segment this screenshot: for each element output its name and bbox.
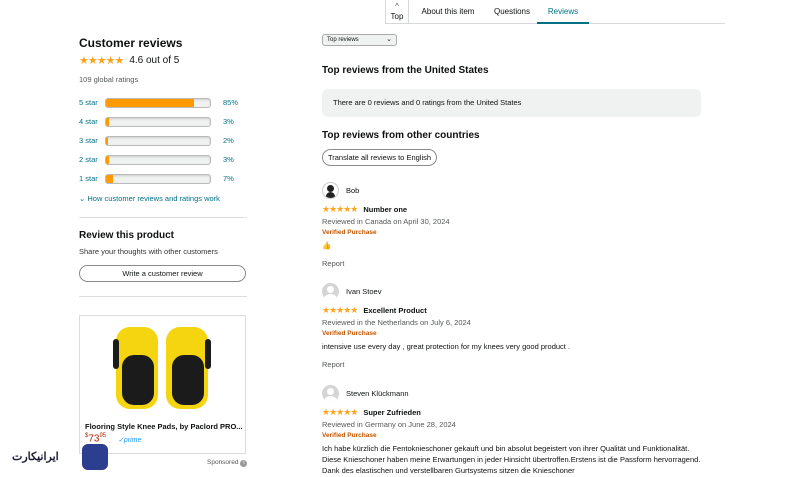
prime-label: prime — [123, 437, 142, 444]
chevron-down-icon: ⌄ — [386, 36, 392, 43]
tab-top[interactable]: ^ Top — [385, 0, 409, 24]
histogram-label[interactable]: 4 star — [79, 117, 105, 126]
histogram-percent[interactable]: 3% — [223, 117, 234, 126]
watermark-text: ایرانیکارت — [12, 451, 59, 463]
how-reviews-work-link[interactable]: ⌄ How customer reviews and ratings work — [79, 194, 247, 203]
other-countries-heading: Top reviews from other countries — [322, 130, 480, 141]
avatar — [322, 385, 339, 402]
review-meta: Reviewed in the Netherlands on July 6, 2… — [322, 318, 471, 327]
histogram-percent[interactable]: 7% — [223, 174, 234, 183]
review-title[interactable]: Super Zufrieden — [363, 408, 421, 417]
reviewer-name[interactable]: Ivan Stoev — [346, 287, 381, 296]
histogram-label[interactable]: 3 star — [79, 136, 105, 145]
review-stars-icon[interactable]: ★★★★★ — [322, 305, 358, 316]
rating-text: 4.6 out of 5 — [129, 55, 180, 66]
sort-dropdown-value: Top reviews — [327, 37, 359, 43]
review-title[interactable]: Excellent Product — [363, 306, 426, 315]
histogram-row-2[interactable]: 2 star 3% — [79, 150, 247, 169]
review-body: intensive use every day , great protecti… — [322, 342, 571, 351]
sponsored-text: Sponsored — [207, 459, 239, 466]
knee-pads-product-image[interactable] — [108, 319, 216, 415]
histogram-percent[interactable]: 85% — [223, 98, 238, 107]
tab-about-this-item[interactable]: About this item — [417, 0, 479, 24]
verified-purchase-badge[interactable]: Verified Purchase — [322, 330, 702, 337]
review-meta: Reviewed in Germany on June 28, 2024 — [322, 420, 456, 429]
divider — [79, 217, 247, 218]
histogram-percent[interactable]: 3% — [223, 155, 234, 164]
chevron-down-icon: ⌄ — [79, 194, 86, 203]
histogram-fill — [106, 174, 114, 183]
histogram-fill — [106, 98, 195, 107]
reviewer-name[interactable]: Bob — [346, 186, 359, 195]
histogram-label[interactable]: 2 star — [79, 155, 105, 164]
verified-purchase-badge[interactable]: Verified Purchase — [322, 432, 702, 439]
review-rating-line: ★★★★★ Number one — [322, 204, 702, 215]
histogram-label[interactable]: 5 star — [79, 98, 105, 107]
divider — [79, 296, 247, 297]
customer-reviews-heading: Customer reviews — [79, 36, 183, 50]
review-author[interactable]: Ivan Stoev — [322, 283, 702, 300]
histogram-percent[interactable]: 2% — [223, 136, 234, 145]
review-rating-line: ★★★★★ Excellent Product — [322, 305, 702, 316]
histogram-fill — [106, 155, 110, 164]
ad-product-title[interactable]: Flooring Style Knee Pads, by Paclord PRO… — [85, 422, 243, 431]
report-link[interactable]: Report — [322, 360, 702, 369]
reviewer-name[interactable]: Steven Klückmann — [346, 389, 409, 398]
avatar — [322, 182, 339, 199]
histogram-fill — [106, 117, 110, 126]
review-this-product-heading: Review this product — [79, 230, 175, 241]
histogram-bar[interactable] — [105, 173, 211, 184]
review-author[interactable]: Bob — [322, 182, 702, 199]
review-stars-icon[interactable]: ★★★★★ — [322, 407, 358, 418]
avatar — [322, 283, 339, 300]
sponsored-ad-card[interactable]: Flooring Style Knee Pads, by Paclord PRO… — [79, 315, 246, 454]
us-reviews-heading: Top reviews from the United States — [322, 65, 489, 76]
review-item: Bob ★★★★★ Number one Reviewed in Canada … — [322, 182, 702, 268]
us-reviews-notice: There are 0 reviews and 0 ratings from t… — [322, 89, 701, 117]
histogram-row-3[interactable]: 3 star 2% — [79, 131, 247, 150]
rating-histogram: 5 star 85% 4 star 3% 3 star 2% 2 star 3%… — [79, 93, 247, 188]
sort-dropdown[interactable]: Top reviews ⌄ — [322, 34, 397, 46]
histogram-bar[interactable] — [105, 154, 211, 165]
review-item: Ivan Stoev ★★★★★ Excellent Product Revie… — [322, 283, 702, 369]
write-review-button[interactable]: Write a customer review — [79, 265, 246, 282]
histogram-bar[interactable] — [105, 135, 211, 146]
watermark-logo: ایرانیکارت — [8, 440, 108, 474]
average-rating: ★★★★★ 4.6 out of 5 — [79, 54, 247, 67]
global-ratings-count: 109 global ratings — [79, 75, 139, 84]
verified-purchase-badge[interactable]: Verified Purchase — [322, 229, 702, 236]
how-reviews-work-label: How customer reviews and ratings work — [87, 194, 220, 203]
review-title[interactable]: Number one — [363, 205, 407, 214]
section-nav: ^ Top About this item Questions Reviews — [385, 0, 725, 24]
tab-reviews[interactable]: Reviews — [537, 0, 589, 24]
sponsored-label[interactable]: Sponsored i — [207, 459, 248, 467]
histogram-row-4[interactable]: 4 star 3% — [79, 112, 247, 131]
review-this-product-subtitle: Share your thoughts with other customers — [79, 247, 218, 256]
info-icon[interactable]: i — [240, 460, 248, 467]
review-meta: Reviewed in Canada on April 30, 2024 — [322, 217, 450, 226]
review-body: 👍 — [322, 241, 332, 250]
review-author[interactable]: Steven Klückmann — [322, 385, 702, 402]
tab-questions[interactable]: Questions — [489, 0, 535, 24]
price-fraction: 95 — [99, 433, 107, 439]
histogram-bar[interactable] — [105, 97, 211, 108]
review-stars-icon[interactable]: ★★★★★ — [322, 204, 358, 215]
chevron-up-icon: ^ — [395, 2, 399, 11]
review-rating-line: ★★★★★ Super Zufrieden — [322, 407, 702, 418]
translate-reviews-button[interactable]: Translate all reviews to English — [322, 149, 437, 166]
prime-badge-icon: ✓prime — [118, 437, 142, 444]
report-link[interactable]: Report — [322, 259, 702, 268]
histogram-label[interactable]: 1 star — [79, 174, 105, 183]
reviews-summary: Customer reviews ★★★★★ 4.6 out of 5 109 … — [79, 36, 247, 297]
review-item: Steven Klückmann ★★★★★ Super Zufrieden R… — [322, 385, 702, 476]
review-body: Ich habe kürzlich die Fentoknieschoner g… — [322, 444, 701, 475]
average-stars-icon: ★★★★★ — [79, 55, 124, 67]
histogram-row-5[interactable]: 5 star 85% — [79, 93, 247, 112]
histogram-row-1[interactable]: 1 star 7% — [79, 169, 247, 188]
reviews-list-panel: Top reviews ⌄ Top reviews from the Unite… — [322, 34, 702, 166]
histogram-fill — [106, 136, 109, 145]
histogram-bar[interactable] — [105, 116, 211, 127]
cart-logo-icon — [82, 444, 108, 470]
tab-top-label: Top — [390, 12, 404, 21]
